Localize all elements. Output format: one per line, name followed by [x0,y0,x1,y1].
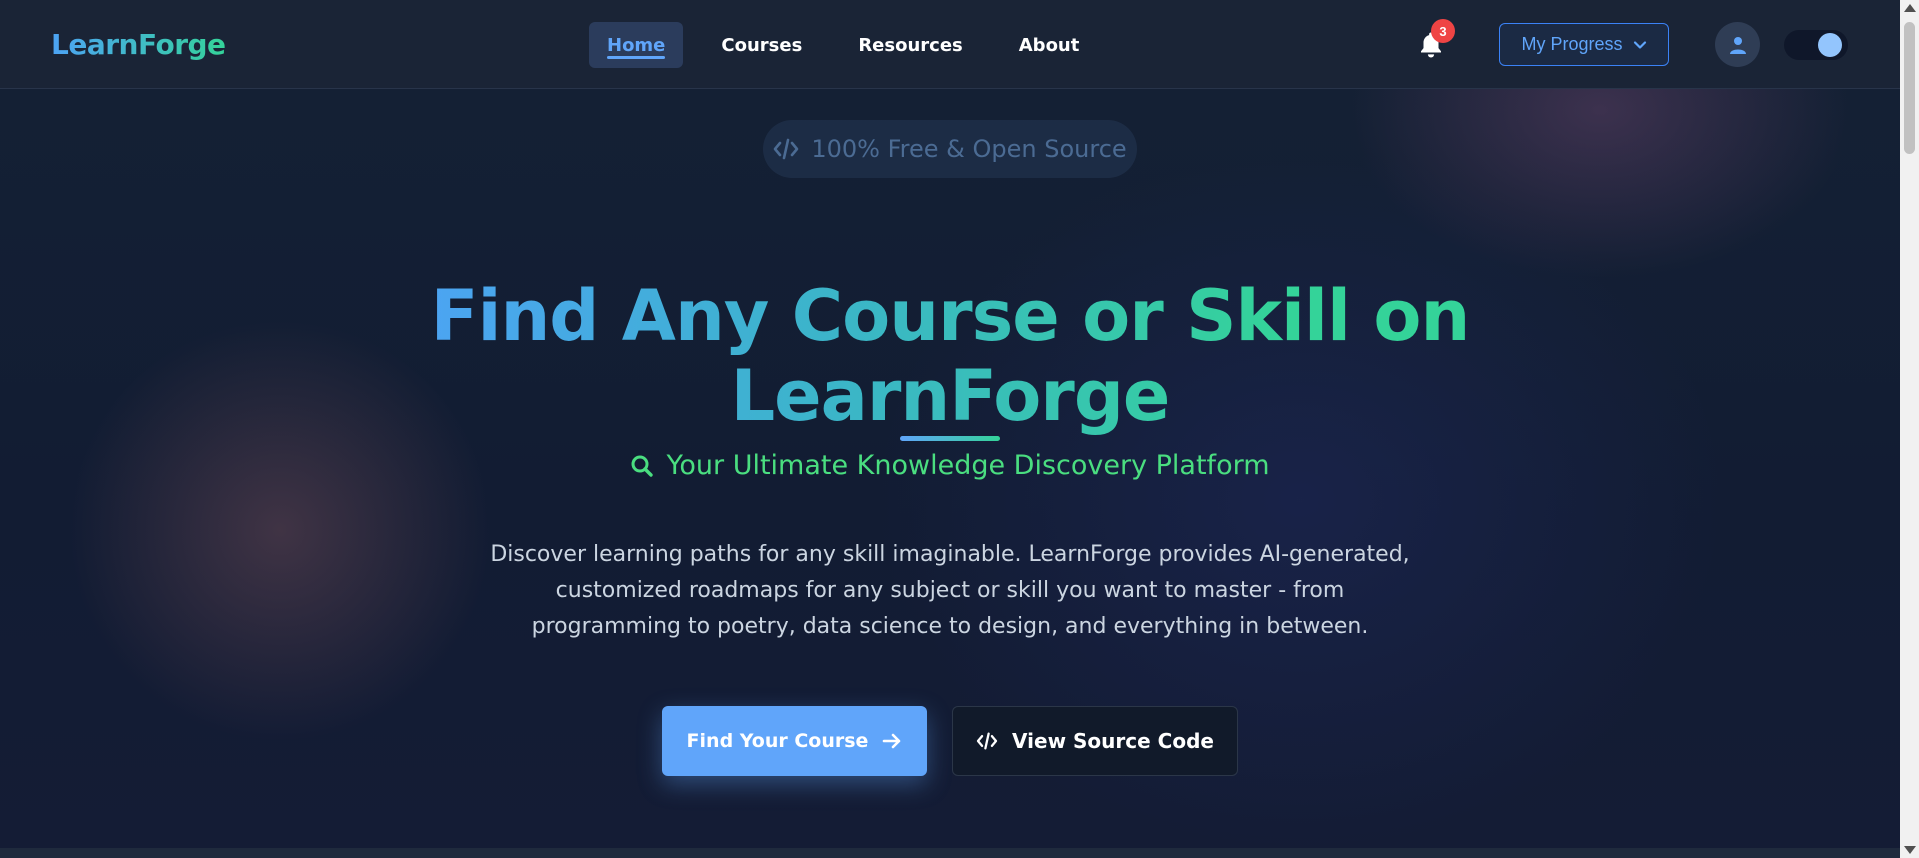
title-underline [900,436,1000,441]
notification-badge: 3 [1431,19,1455,43]
my-progress-label: My Progress [1521,34,1623,54]
theme-toggle[interactable] [1784,30,1848,60]
nav-link-about[interactable]: About [1001,22,1098,68]
scroll-up-arrow-icon[interactable] [1904,4,1916,12]
scroll-thumb[interactable] [1904,22,1915,154]
search-icon [631,455,654,477]
code-icon [976,732,998,750]
vertical-scrollbar[interactable] [1900,0,1919,858]
page: LearnForge Home Courses Resources About … [0,0,1900,858]
view-source-code-button[interactable]: View Source Code [952,706,1238,776]
subtitle-text: Your Ultimate Knowledge Discovery Platfo… [666,450,1270,481]
find-your-course-button[interactable]: Find Your Course [662,706,927,776]
next-section-edge [0,848,1900,858]
nav-link-home[interactable]: Home [589,22,684,68]
logo[interactable]: LearnForge [51,28,226,61]
hero-subtitle: Your Ultimate Knowledge Discovery Platfo… [500,450,1400,481]
code-icon [774,138,799,160]
user-icon [1729,36,1746,54]
nav-link-courses[interactable]: Courses [703,22,820,68]
hero-description: Discover learning paths for any skill im… [490,542,1410,639]
top-navbar: LearnForge Home Courses Resources About … [0,0,1900,89]
arrow-right-icon [883,733,901,749]
nav-link-resources[interactable]: Resources [840,22,980,68]
chevron-down-icon [1633,40,1646,49]
find-your-course-label: Find Your Course [686,730,869,752]
scroll-down-arrow-icon[interactable] [1904,846,1916,854]
toggle-knob [1818,33,1842,57]
my-progress-dropdown[interactable]: My Progress [1499,23,1669,66]
open-source-pill: 100% Free & Open Source [763,120,1137,178]
hero-title: Find Any Course or Skill on LearnForge [400,276,1500,436]
main-nav: Home Courses Resources About [589,22,1097,68]
pill-label: 100% Free & Open Source [811,135,1127,163]
user-avatar-button[interactable] [1715,22,1760,67]
view-source-code-label: View Source Code [1012,729,1214,753]
